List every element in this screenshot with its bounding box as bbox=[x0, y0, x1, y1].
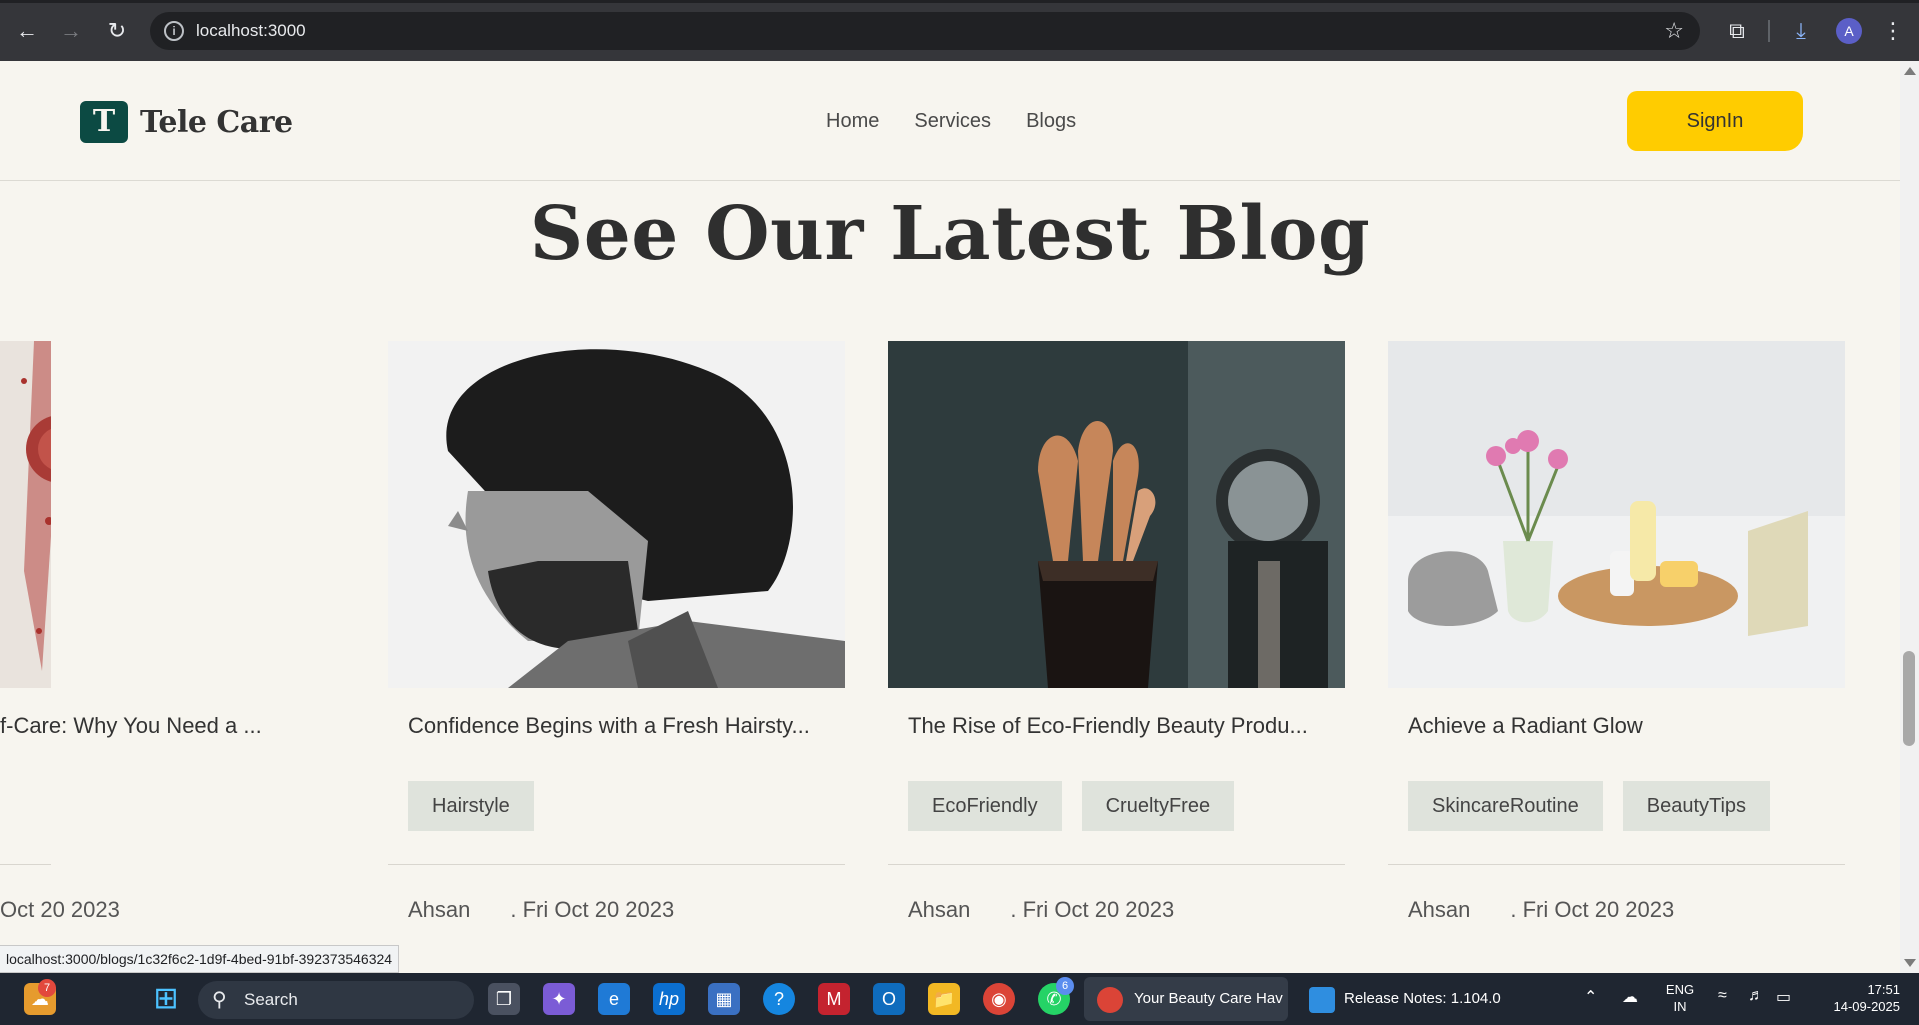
blog-image-flowers-skincare[interactable] bbox=[1388, 341, 1845, 688]
download-icon[interactable]: ⤓ bbox=[1786, 14, 1816, 48]
back-icon[interactable]: ← bbox=[14, 14, 40, 48]
blog-author: Ahsan bbox=[1408, 897, 1471, 922]
scroll-down-icon[interactable] bbox=[1904, 959, 1916, 967]
blog-card[interactable]: The Rise of Eco-Friendly Beauty Produ...… bbox=[888, 341, 1345, 973]
tag-chip[interactable]: SkincareRoutine bbox=[1408, 781, 1603, 831]
onedrive-icon[interactable]: ☁ bbox=[1622, 987, 1638, 1007]
blog-card[interactable]: f-Care: Why You Need a ... Oct 20 2023 bbox=[0, 341, 262, 973]
site-header: T Tele Care Home Services Blogs SignIn bbox=[0, 61, 1900, 181]
blog-card[interactable]: Confidence Begins with a Fresh Hairsty..… bbox=[388, 341, 845, 973]
blog-meta: Ahsan . Fri Oct 20 2023 bbox=[408, 897, 674, 923]
scrollbar-thumb[interactable] bbox=[1903, 651, 1915, 746]
task-view-icon[interactable]: ❐ bbox=[488, 983, 520, 1015]
logo-text: Tele Care bbox=[140, 104, 293, 140]
site-info-icon[interactable]: i bbox=[164, 21, 184, 41]
mcafee-icon[interactable]: M bbox=[818, 983, 850, 1015]
nav-home[interactable]: Home bbox=[826, 105, 879, 137]
tray-overflow-icon[interactable]: ⌃ bbox=[1584, 987, 1597, 1007]
region-label: IN bbox=[1673, 999, 1687, 1014]
menu-kebab-icon[interactable]: ⋮ bbox=[1882, 14, 1904, 48]
tag-chip[interactable]: Hairstyle bbox=[408, 781, 534, 831]
file-explorer-icon[interactable]: 📁 bbox=[928, 983, 960, 1015]
profile-avatar[interactable]: A bbox=[1836, 18, 1862, 44]
store-icon[interactable]: ▦ bbox=[708, 983, 740, 1015]
tag-list: Hairstyle bbox=[408, 781, 534, 831]
language-indicator[interactable]: ENG IN bbox=[1660, 981, 1700, 1015]
blog-title[interactable]: Achieve a Radiant Glow bbox=[1408, 713, 1838, 739]
blog-meta: Ahsan . Fri Oct 20 2023 bbox=[908, 897, 1174, 923]
chrome-icon[interactable]: ◉ bbox=[983, 983, 1015, 1015]
section-title: See Our Latest Blog bbox=[529, 191, 1371, 277]
card-divider bbox=[388, 864, 845, 865]
blog-title[interactable]: f-Care: Why You Need a ... bbox=[0, 713, 430, 739]
search-icon: ⚲ bbox=[212, 989, 227, 1011]
whatsapp-badge: 6 bbox=[1056, 977, 1074, 995]
search-label: Search bbox=[244, 990, 298, 1009]
vscode-window-button[interactable]: Release Notes: 1.104.0 bbox=[1296, 977, 1508, 1021]
wifi-icon[interactable]: ≈ bbox=[1718, 987, 1727, 1005]
address-url[interactable]: localhost:3000 bbox=[196, 12, 306, 50]
blog-meta: Ahsan . Fri Oct 20 2023 bbox=[1408, 897, 1674, 923]
edge-icon[interactable]: e bbox=[598, 983, 630, 1015]
start-windows-icon[interactable]: ⊞ bbox=[150, 983, 182, 1015]
vscode-app-icon bbox=[1309, 987, 1335, 1013]
forward-icon[interactable]: → bbox=[58, 14, 84, 48]
extensions-icon[interactable]: ⧉ bbox=[1722, 14, 1752, 48]
chrome-app-icon bbox=[1097, 987, 1123, 1013]
tag-list: SkincareRoutine BeautyTips bbox=[1408, 781, 1771, 831]
tag-chip[interactable]: EcoFriendly bbox=[908, 781, 1062, 831]
blog-date: . Fri Oct 20 2023 bbox=[1010, 897, 1175, 922]
nav-services[interactable]: Services bbox=[914, 105, 991, 137]
blog-title[interactable]: Confidence Begins with a Fresh Hairsty..… bbox=[408, 713, 838, 739]
link-status-bubble: localhost:3000/blogs/1c32f6c2-1d9f-4bed-… bbox=[0, 945, 400, 973]
battery-icon[interactable]: ▭ bbox=[1776, 987, 1791, 1007]
toolbar-separator bbox=[1768, 20, 1770, 42]
tag-chip[interactable]: BeautyTips bbox=[1622, 781, 1771, 831]
blog-date: . Fri Oct 20 2023 bbox=[1510, 897, 1675, 922]
logo-mark: T bbox=[80, 101, 128, 143]
card-divider bbox=[0, 864, 51, 865]
blog-image-man-portrait[interactable] bbox=[388, 341, 845, 688]
clock-time: 17:51 bbox=[1867, 982, 1900, 997]
blog-title[interactable]: The Rise of Eco-Friendly Beauty Produ... bbox=[908, 713, 1338, 739]
blog-author: Ahsan bbox=[408, 897, 471, 922]
copilot-icon[interactable]: ✦ bbox=[543, 983, 575, 1015]
clock[interactable]: 17:51 14-09-2025 bbox=[1810, 981, 1901, 1015]
main-nav: Home Services Blogs bbox=[826, 105, 1111, 137]
volume-icon[interactable]: ♬ bbox=[1748, 987, 1764, 1005]
blog-date: Oct 20 2023 bbox=[0, 897, 120, 922]
outlook-icon[interactable]: O bbox=[873, 983, 905, 1015]
blog-date: . Fri Oct 20 2023 bbox=[510, 897, 675, 922]
windows-taskbar: ☁ 7 ⊞ ⚲ Search ❐ ✦ e hp ▦ ? M O 📁 ◉ ✆ 6 … bbox=[0, 973, 1919, 1025]
card-divider bbox=[888, 864, 1345, 865]
blog-image-red-powder[interactable] bbox=[0, 341, 51, 688]
tag-chip[interactable]: CrueltyFree bbox=[1081, 781, 1235, 831]
hp-icon[interactable]: hp bbox=[653, 983, 685, 1015]
blog-meta: Oct 20 2023 bbox=[0, 897, 120, 923]
signin-button[interactable]: SignIn bbox=[1627, 91, 1803, 151]
nav-blogs[interactable]: Blogs bbox=[1026, 105, 1076, 137]
help-icon[interactable]: ? bbox=[763, 983, 795, 1015]
taskbar-search[interactable]: ⚲ Search bbox=[198, 981, 474, 1019]
language-label: ENG bbox=[1665, 982, 1695, 997]
chrome-window-title: Your Beauty Care Hav bbox=[1134, 990, 1283, 1007]
browser-toolbar: ← → ↻ i localhost:3000 ☆ ⧉ ⤓ A ⋮ bbox=[0, 0, 1919, 61]
card-divider bbox=[1388, 864, 1845, 865]
weather-badge: 7 bbox=[38, 979, 56, 997]
tag-list: EcoFriendly CrueltyFree bbox=[908, 781, 1235, 831]
tab-strip-edge bbox=[0, 0, 1919, 3]
bookmark-star-icon[interactable]: ☆ bbox=[1664, 12, 1684, 50]
page-scrollbar[interactable] bbox=[1900, 61, 1919, 973]
clock-date: 14-09-2025 bbox=[1833, 999, 1901, 1014]
page-viewport: T Tele Care Home Services Blogs SignIn S… bbox=[0, 61, 1900, 973]
vscode-window-title: Release Notes: 1.104.0 bbox=[1344, 990, 1501, 1007]
reload-icon[interactable]: ↻ bbox=[104, 14, 130, 48]
chrome-window-button[interactable]: Your Beauty Care Hav bbox=[1084, 977, 1288, 1021]
blog-author: Ahsan bbox=[908, 897, 971, 922]
blog-image-makeup-brushes[interactable] bbox=[888, 341, 1345, 688]
address-bar[interactable]: i localhost:3000 ☆ bbox=[150, 12, 1700, 50]
scroll-up-icon[interactable] bbox=[1904, 67, 1916, 75]
blog-card[interactable]: Achieve a Radiant Glow SkincareRoutine B… bbox=[1388, 341, 1845, 973]
site-logo[interactable]: T Tele Care bbox=[80, 100, 293, 144]
